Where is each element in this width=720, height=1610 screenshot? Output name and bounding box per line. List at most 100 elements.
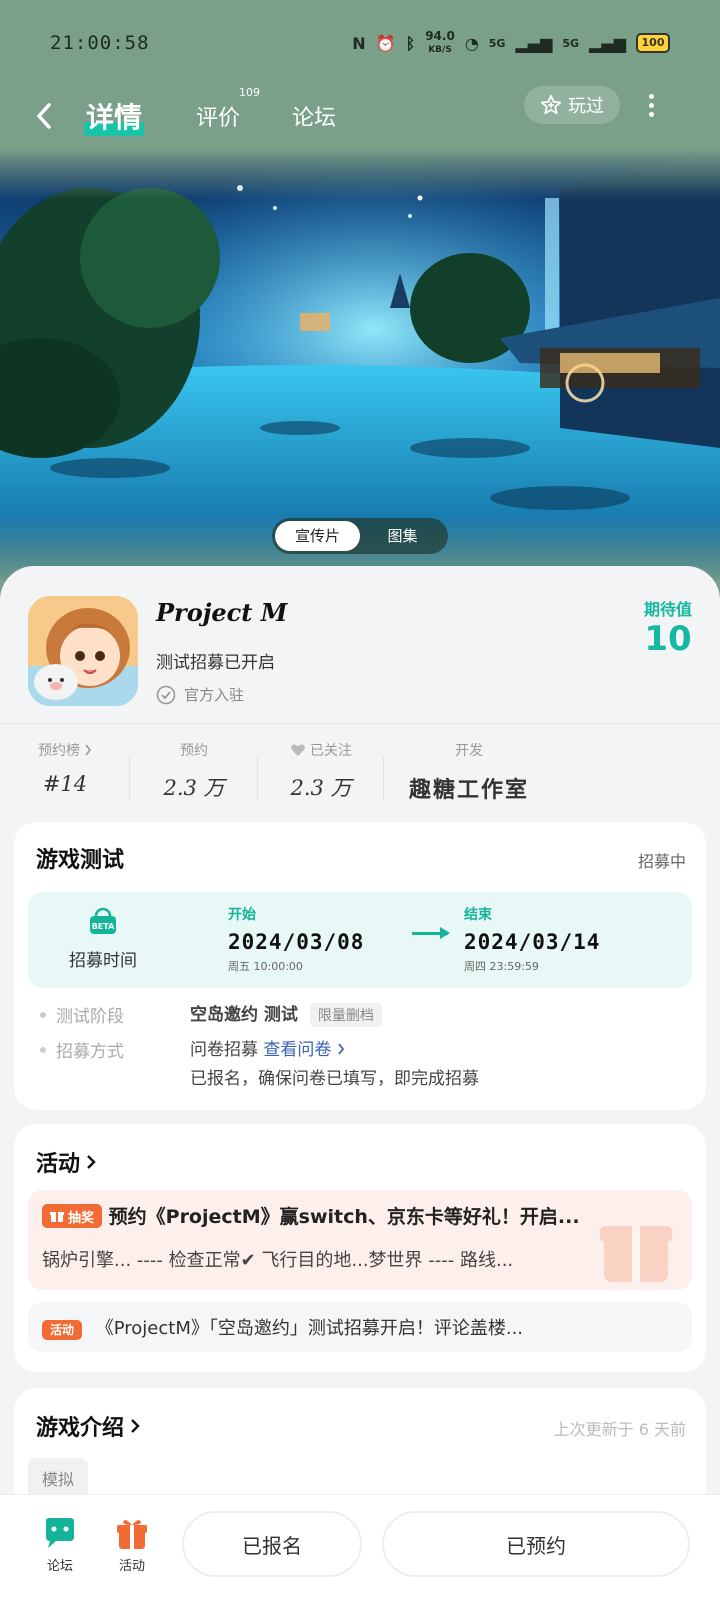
lottery-badge: 抽奖 xyxy=(42,1204,103,1228)
bottom-activity-button[interactable]: 活动 xyxy=(102,1517,162,1574)
gift-icon xyxy=(117,1520,147,1549)
more-dot xyxy=(648,93,654,99)
app-subtitle: 测试招募已开启 xyxy=(156,653,275,673)
bottom-forum-label: 论坛 xyxy=(46,1559,73,1574)
reserved-button[interactable]: 已预约 xyxy=(382,1511,690,1577)
status-time: 21:00:58 xyxy=(50,32,150,54)
chevron-right-icon xyxy=(87,1155,96,1169)
recruit-end: 结束 2024/03/14 周四 23:59:59 xyxy=(464,904,600,974)
test-stage-row: 测试阶段 xyxy=(40,1002,124,1027)
lottery-item[interactable]: 抽奖 预约《ProjectM》赢switch、京东卡等好礼！开启... 锅炉引擎… xyxy=(28,1190,692,1290)
bluetooth-icon: ᛒ xyxy=(405,33,416,53)
lottery-desc: 锅炉引擎... ---- 检查正常✔ 飞行目的地...梦世界 ---- 路线..… xyxy=(42,1250,514,1271)
back-button[interactable] xyxy=(24,96,64,136)
signal-1: 5G xyxy=(488,36,506,50)
event-badge: 活动 xyxy=(42,1319,83,1340)
wifi-icon: ◔ xyxy=(464,33,479,53)
bottom-activity-label: 活动 xyxy=(118,1559,145,1574)
event-title: 《ProjectM》「空岛邀约」测试招募开启！评论盖楼... xyxy=(95,1318,524,1339)
activity-title-link[interactable]: 活动 xyxy=(36,1146,96,1178)
chevron-right-icon xyxy=(338,1043,344,1055)
last-updated: 上次更新于 6 天前 xyxy=(553,1420,686,1439)
official-label: 官方入驻 xyxy=(184,686,245,704)
stat-rank-label-wrap: 预约榜 xyxy=(38,740,92,760)
reviews-count-badge: 109 xyxy=(239,86,261,99)
start-label: 开始 xyxy=(228,907,256,923)
signal-bars-icon-2: ▂▄▆ xyxy=(589,33,626,53)
stat-rank-value: #14 xyxy=(42,772,88,796)
chevron-right-icon xyxy=(85,744,92,756)
lottery-title-line: 抽奖 预约《ProjectM》赢switch、京东卡等好礼！开启... xyxy=(42,1202,580,1229)
signal-2: 5G xyxy=(562,36,580,50)
signal-bars-icon: ▂▄▆ xyxy=(515,33,553,53)
stats-row: 预约榜 #14 预约 2.3 万 已关注 2.3 万 开发 趣糖工作室 xyxy=(0,736,720,816)
genre-tag[interactable]: 模拟 xyxy=(28,1458,89,1498)
more-dot xyxy=(648,102,654,108)
chevron-right-icon xyxy=(131,1419,140,1433)
bullet xyxy=(40,1011,46,1018)
bottom-action-bar: 论坛 活动 已报名 已预约 xyxy=(0,1494,720,1610)
recruit-method-note: 已报名，确保问卷已填写，即完成招募 xyxy=(190,1069,479,1089)
alarm-icon: ⏰ xyxy=(375,33,396,53)
tab-reviews[interactable]: 评价 109 xyxy=(196,86,260,132)
stat-reservations-value: 2.3 万 xyxy=(163,776,225,800)
net-speed-unit: KB/S xyxy=(428,45,452,55)
recruit-time-left: BETA 招募时间 xyxy=(48,906,158,971)
star-icon xyxy=(540,94,562,115)
nav-bar: 详情 评价 109 论坛 玩过 xyxy=(0,86,720,146)
played-label: 玩过 xyxy=(568,96,604,117)
expectation-label: 期待值 xyxy=(643,600,692,619)
tab-details[interactable]: 详情 xyxy=(84,96,145,136)
end-label: 结束 xyxy=(464,907,492,923)
stat-reservations-label: 预约 xyxy=(180,743,208,759)
banner-illustration xyxy=(0,148,720,580)
promo-video-banner[interactable] xyxy=(0,148,720,580)
gift-icon xyxy=(50,1212,64,1222)
event-line: 活动 《ProjectM》「空岛邀约」测试招募开启！评论盖楼... xyxy=(42,1314,523,1340)
game-intro-title-link[interactable]: 游戏介绍 xyxy=(36,1410,140,1442)
registered-button[interactable]: 已报名 xyxy=(182,1511,362,1577)
beta-tag: BETA xyxy=(92,922,115,931)
recruit-time-box: BETA 招募时间 开始 2024/03/08 周五 10:00:00 结束 2… xyxy=(28,892,692,988)
check-circle-icon xyxy=(156,685,176,704)
heart-icon xyxy=(291,744,305,756)
stat-rank-label: 预约榜 xyxy=(38,743,80,759)
lottery-badge-label: 抽奖 xyxy=(68,1210,95,1226)
stat-followers: 已关注 2.3 万 xyxy=(258,736,384,816)
net-speed-value: 94.0 xyxy=(425,29,455,43)
recruit-method-value-wrap: 问卷招募 查看问卷 xyxy=(190,1035,345,1060)
start-time: 周五 10:00:00 xyxy=(228,960,303,973)
segment-gallery[interactable]: 图集 xyxy=(360,521,445,551)
played-button[interactable]: 玩过 xyxy=(524,86,620,124)
status-bar: 21:00:58 N ⏰ ᛒ 94.0 KB/S ◔ 5G ▂▄▆ 5G ▂▄▆… xyxy=(0,0,720,86)
chevron-left-icon xyxy=(37,103,51,129)
recruit-time-label: 招募时间 xyxy=(69,951,137,971)
activity-title: 活动 xyxy=(36,1152,81,1177)
stat-rank[interactable]: 预约榜 #14 xyxy=(0,736,130,816)
tab-forum[interactable]: 论坛 xyxy=(292,100,336,132)
app-title: Project M xyxy=(156,598,288,627)
recruit-method-value: 问卷招募 xyxy=(190,1040,258,1060)
expectation-value: 10 xyxy=(644,619,692,659)
tab-reviews-label: 评价 xyxy=(196,106,241,131)
app-header: Project M 测试招募已开启 官方入驻 期待值 10 xyxy=(28,596,692,708)
bottom-forum-button[interactable]: 论坛 xyxy=(30,1517,90,1574)
end-date: 2024/03/14 xyxy=(464,930,601,954)
view-questionnaire-link[interactable]: 查看问卷 xyxy=(263,1040,344,1060)
game-test-card: 游戏测试 招募中 BETA 招募时间 开始 2024/03/08 周五 10:0… xyxy=(14,822,706,1110)
battery-icon: 100 xyxy=(636,33,670,53)
test-stage-value: 空岛邀约 测试 xyxy=(190,1005,298,1025)
stat-developer-label: 开发 xyxy=(455,743,483,759)
segment-promo-video[interactable]: 宣传片 xyxy=(275,521,360,551)
test-stage-tag: 限量删档 xyxy=(309,1003,382,1027)
recruit-method-row: 招募方式 xyxy=(40,1037,124,1062)
stat-developer[interactable]: 开发 趣糖工作室 xyxy=(384,736,554,816)
stat-followers-label: 已关注 xyxy=(310,743,352,759)
game-intro-title: 游戏介绍 xyxy=(36,1416,125,1441)
recruit-start: 开始 2024/03/08 周五 10:00:00 xyxy=(228,904,364,974)
nfc-icon: N xyxy=(352,33,366,53)
more-options-button[interactable] xyxy=(638,92,664,118)
event-item[interactable]: 活动 《ProjectM》「空岛邀约」测试招募开启！评论盖楼... xyxy=(28,1302,692,1352)
gift-watermark-icon xyxy=(600,1226,672,1282)
test-stage-value-wrap: 空岛邀约 测试 限量删档 xyxy=(190,1000,382,1027)
